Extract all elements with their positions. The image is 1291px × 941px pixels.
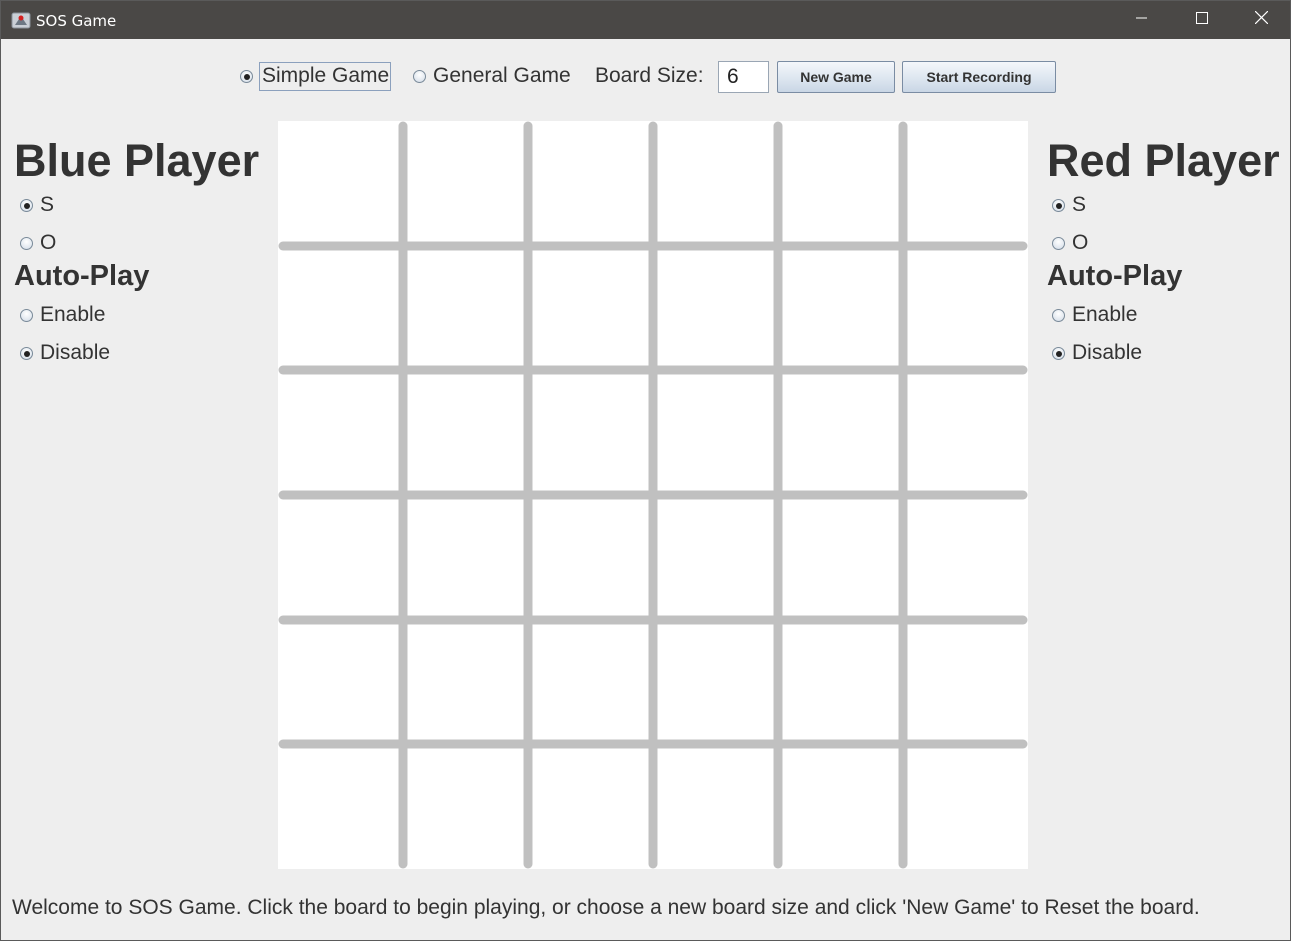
blue-s-option[interactable]: S [20,193,54,217]
blue-autoplay-title: Auto-Play [14,260,150,292]
board-size-input[interactable] [718,61,769,93]
status-message: Welcome to SOS Game. Click the board to … [12,896,1200,919]
window-title: SOS Game [36,12,117,30]
red-autoplay-enable-label: Enable [1072,303,1138,326]
red-s-option[interactable]: S [1052,193,1086,217]
red-autoplay-enable-radio[interactable] [1052,308,1065,322]
board-cell[interactable] [653,121,778,246]
blue-autoplay-disable-option[interactable]: Disable [20,341,110,365]
board-cell[interactable] [653,620,778,745]
board-cell[interactable] [903,620,1028,745]
board-cell[interactable] [528,620,653,745]
board-grid [278,121,1028,869]
board-cell[interactable] [528,744,653,869]
board-cell[interactable] [528,495,653,620]
blue-autoplay-disable-label: Disable [40,341,111,364]
board-cell[interactable] [278,246,403,371]
board-cell[interactable] [653,744,778,869]
minimize-icon [1136,11,1148,29]
board-cell[interactable] [403,370,528,495]
blue-autoplay-enable-option[interactable]: Enable [20,303,105,327]
board-size-label: Board Size: [595,64,704,87]
board-cell[interactable] [653,246,778,371]
board-cell[interactable] [403,620,528,745]
board-cell[interactable] [528,246,653,371]
board-cell[interactable] [778,121,903,246]
simple-game-label: Simple Game [259,62,392,91]
board-cell[interactable] [778,495,903,620]
blue-s-label: S [40,193,55,216]
close-button[interactable] [1232,1,1290,39]
blue-autoplay-enable-label: Enable [40,303,106,326]
new-game-button[interactable]: New Game [777,61,895,93]
board-cell[interactable] [778,620,903,745]
board-cell[interactable] [903,121,1028,246]
board-cell[interactable] [278,620,403,745]
red-autoplay-title: Auto-Play [1047,260,1183,292]
blue-o-radio[interactable] [20,236,33,250]
red-o-option[interactable]: O [1052,231,1088,255]
blue-autoplay-disable-radio[interactable] [20,346,33,360]
red-s-radio[interactable] [1052,198,1065,212]
board-cell[interactable] [278,370,403,495]
board-cell[interactable] [403,744,528,869]
board-cell[interactable] [528,370,653,495]
red-o-radio[interactable] [1052,236,1065,250]
blue-player-title: Blue Player [14,135,260,186]
board-cell[interactable] [903,246,1028,371]
general-game-label: General Game [433,64,571,87]
board-cell[interactable] [403,246,528,371]
red-s-label: S [1072,193,1087,216]
board-cell[interactable] [653,495,778,620]
general-game-option[interactable]: General Game [413,64,571,88]
game-board[interactable] [278,121,1028,869]
board-cell[interactable] [278,744,403,869]
start-recording-button[interactable]: Start Recording [902,61,1056,93]
board-cell[interactable] [403,495,528,620]
minimize-button[interactable] [1113,1,1171,39]
red-autoplay-disable-option[interactable]: Disable [1052,341,1142,365]
simple-game-radio[interactable] [240,70,253,83]
simple-game-option[interactable]: Simple Game [240,62,392,91]
red-autoplay-disable-radio[interactable] [1052,346,1065,360]
board-cell[interactable] [278,495,403,620]
board-cell[interactable] [778,744,903,869]
board-cell[interactable] [778,370,903,495]
red-o-label: O [1072,231,1089,254]
blue-autoplay-enable-radio[interactable] [20,308,33,322]
blue-o-label: O [40,231,57,254]
blue-s-radio[interactable] [20,198,33,212]
red-autoplay-disable-label: Disable [1072,341,1143,364]
board-cell[interactable] [528,121,653,246]
java-app-icon [11,11,31,29]
red-autoplay-enable-option[interactable]: Enable [1052,303,1137,327]
red-player-title: Red Player [1047,135,1280,186]
board-cell[interactable] [653,370,778,495]
maximize-icon [1196,11,1208,29]
general-game-radio[interactable] [413,69,426,83]
board-cell[interactable] [403,121,528,246]
board-cell[interactable] [778,246,903,371]
board-cell[interactable] [903,370,1028,495]
board-cell[interactable] [903,495,1028,620]
title-bar: SOS Game [1,1,1290,39]
board-cell[interactable] [903,744,1028,869]
blue-o-option[interactable]: O [20,231,56,255]
app-window: SOS Game Simple Game General Game Board … [0,0,1291,941]
maximize-button[interactable] [1173,1,1231,39]
board-cell[interactable] [278,121,403,246]
close-icon [1254,10,1268,29]
